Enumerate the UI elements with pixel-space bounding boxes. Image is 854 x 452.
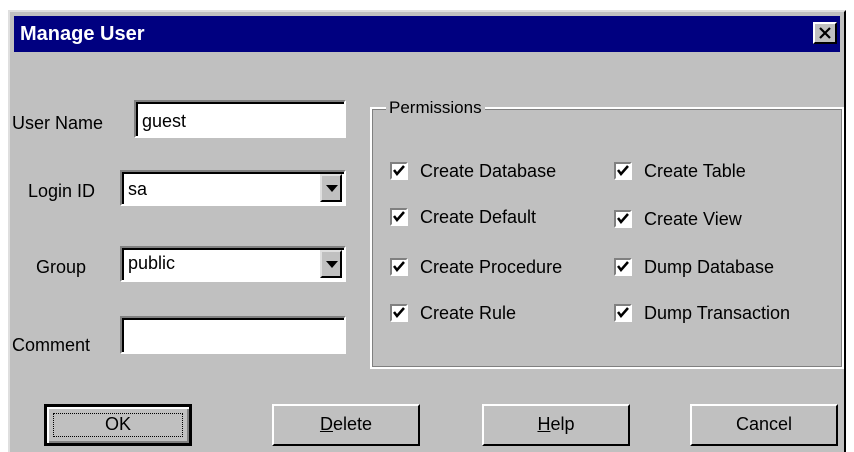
- login-id-select[interactable]: sa: [120, 170, 346, 206]
- login-id-label: Login ID: [28, 181, 96, 201]
- check-icon: [617, 261, 629, 272]
- dump-transaction-checkbox[interactable]: [614, 304, 632, 322]
- login-id-value: sa: [128, 179, 148, 199]
- create-default-checkbox[interactable]: [390, 208, 408, 226]
- create-view-checkbox[interactable]: [614, 210, 632, 228]
- check-icon: [617, 307, 629, 318]
- help-button-label: Help: [537, 414, 575, 434]
- group-value: public: [128, 253, 176, 273]
- title-bar[interactable]: Manage User: [14, 16, 840, 52]
- login-id-dropdown-button[interactable]: [320, 174, 342, 202]
- chevron-down-icon: [326, 185, 338, 192]
- cancel-button-label: Cancel: [735, 414, 793, 434]
- comment-input[interactable]: [120, 316, 346, 354]
- dump-database-label: Dump Database: [644, 257, 775, 277]
- group-dropdown-button[interactable]: [320, 250, 342, 278]
- chevron-down-icon: [326, 261, 338, 268]
- create-procedure-label: Create Procedure: [420, 257, 563, 277]
- create-table-label: Create Table: [644, 161, 746, 181]
- close-icon: [819, 27, 831, 39]
- manage-user-dialog: Manage User User Name guest Login ID sa …: [8, 10, 846, 452]
- create-table-checkbox[interactable]: [614, 162, 632, 180]
- create-database-label: Create Database: [420, 161, 557, 181]
- check-icon: [393, 261, 405, 272]
- help-button[interactable]: Help: [482, 404, 630, 446]
- check-icon: [617, 213, 629, 224]
- comment-label: Comment: [12, 335, 91, 355]
- focus-rectangle: [53, 413, 183, 437]
- check-icon: [617, 165, 629, 176]
- check-icon: [393, 165, 405, 176]
- window-title: Manage User: [20, 23, 145, 45]
- create-view-label: Create View: [644, 209, 742, 229]
- check-icon: [393, 211, 405, 222]
- check-icon: [393, 307, 405, 318]
- user-name-input[interactable]: guest: [134, 100, 346, 138]
- ok-button[interactable]: OK: [44, 404, 192, 446]
- permissions-groupbox: [370, 107, 844, 369]
- group-select[interactable]: public: [120, 246, 346, 282]
- create-database-checkbox[interactable]: [390, 162, 408, 180]
- user-name-label: User Name: [12, 113, 104, 133]
- delete-button[interactable]: Delete: [272, 404, 420, 446]
- user-name-value: guest: [142, 111, 187, 131]
- delete-button-label: Delete: [319, 414, 373, 434]
- create-default-label: Create Default: [420, 207, 537, 227]
- create-rule-checkbox[interactable]: [390, 304, 408, 322]
- close-button[interactable]: [813, 22, 837, 44]
- create-procedure-checkbox[interactable]: [390, 258, 408, 276]
- create-rule-label: Create Rule: [420, 303, 517, 323]
- permissions-title: Permissions: [386, 98, 485, 118]
- dump-database-checkbox[interactable]: [614, 258, 632, 276]
- group-label: Group: [36, 257, 87, 277]
- dump-transaction-label: Dump Transaction: [644, 303, 791, 323]
- cancel-button[interactable]: Cancel: [690, 404, 838, 446]
